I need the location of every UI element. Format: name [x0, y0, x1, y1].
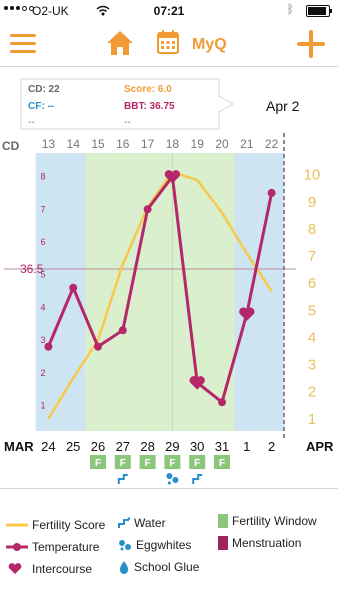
cycle-day-label: 15	[91, 137, 105, 151]
eggwhite-marker	[167, 481, 171, 485]
right-axis-tick: 7	[308, 248, 316, 265]
legend-water: Water	[118, 516, 166, 530]
date-label: 26	[91, 439, 105, 454]
date-label: 30	[190, 439, 204, 454]
status-bar: O2-UK 07:21 ᛒ	[0, 0, 338, 22]
cycle-day-label: 21	[240, 137, 254, 151]
cycle-day-label: 22	[265, 137, 279, 151]
fertile-marker-label: F	[95, 458, 101, 469]
month-start-label: MAR	[4, 439, 34, 454]
cycle-day-label: 17	[141, 137, 155, 151]
cycle-day-label: 20	[215, 137, 229, 151]
left-axis-tick: 2	[40, 368, 45, 378]
temperature-point	[143, 205, 152, 214]
fertile-marker-label: F	[219, 458, 225, 469]
menu-icon[interactable]	[10, 34, 36, 54]
temperature-point	[94, 342, 102, 351]
right-axis-tick: 6	[308, 275, 316, 292]
heart-icon	[8, 563, 22, 574]
cycle-day-label: 13	[42, 137, 56, 151]
legend-menstruation: Menstruation	[218, 536, 301, 550]
right-axis-tick: 9	[308, 194, 316, 211]
fertile-marker-label: F	[169, 458, 175, 469]
fertility-window-swatch	[218, 514, 228, 528]
left-axis-tick: 1	[40, 400, 45, 410]
legend-fertility-score: Fertility Score	[6, 518, 105, 532]
home-icon[interactable]	[106, 29, 134, 57]
date-label: 2	[268, 439, 275, 454]
legend-fertility-window: Fertility Window	[218, 514, 317, 528]
left-axis-tick: 4	[40, 302, 45, 312]
fertile-marker-label: F	[120, 458, 126, 469]
legend-school-glue: School Glue	[118, 560, 199, 574]
left-axis-tick: 7	[40, 204, 45, 214]
cd-value: CD: 22	[28, 84, 60, 95]
right-axis-tick: 2	[308, 384, 316, 401]
date-label: 27	[116, 439, 130, 454]
month-end-label: APR	[306, 439, 334, 454]
left-axis-tick: 3	[40, 335, 45, 345]
cd-extra: --	[28, 117, 35, 128]
cycle-chart[interactable]: 36.5CD 13 14 15 16 17 18 19 20 21 2212345678123456…	[0, 133, 338, 478]
cd-axis-label: CD	[2, 139, 20, 153]
score-value: Score: 6.0	[124, 84, 172, 95]
cf-value: CF: --	[28, 101, 55, 112]
water-marker	[192, 474, 203, 484]
fertile-marker-label: F	[145, 458, 151, 469]
cycle-day-label: 19	[191, 137, 205, 151]
right-axis-tick: 10	[304, 167, 321, 184]
toolbar-divider	[0, 66, 338, 67]
temperature-point	[118, 326, 127, 335]
cycle-day-label: 18	[166, 137, 180, 151]
date-label: 24	[41, 439, 55, 454]
cycle-day-label: 14	[67, 137, 81, 151]
temperature-point	[44, 342, 53, 351]
date-label: 31	[215, 439, 229, 454]
battery-icon	[306, 5, 332, 17]
temperature-point	[267, 188, 276, 197]
water-marker	[117, 474, 128, 484]
legend-intercourse: Intercourse	[8, 562, 92, 576]
calendar-icon[interactable]	[157, 30, 179, 54]
left-axis-tick: 5	[40, 270, 45, 280]
right-axis-tick: 1	[308, 411, 316, 428]
date-label: 28	[140, 439, 154, 454]
bluetooth-icon: ᛒ	[286, 2, 294, 16]
cervical-fluid-row	[117, 473, 203, 485]
myq-button[interactable]: MyQ	[192, 36, 227, 54]
eggwhite-marker	[166, 473, 173, 479]
temperature-point	[69, 283, 78, 292]
date-label: 1	[243, 439, 250, 454]
left-axis-tick: 6	[40, 237, 45, 247]
cycle-day-label: 16	[116, 137, 130, 151]
fertility-score-line-icon	[6, 523, 28, 527]
menstruation-swatch	[218, 536, 228, 550]
right-axis-tick: 3	[308, 357, 316, 374]
right-axis-tick: 5	[308, 302, 316, 319]
temperature-line-icon	[6, 543, 28, 551]
left-axis-tick: 8	[40, 172, 45, 182]
date-label: 25	[66, 439, 80, 454]
glue-drop-icon	[119, 561, 129, 574]
legend: Fertility Score Temperature Intercourse …	[0, 488, 338, 600]
legend-temperature: Temperature	[6, 540, 99, 554]
date-label: 29	[165, 439, 179, 454]
eggwhite-icon	[119, 540, 131, 551]
bbt-value: BBT: 36.75	[124, 101, 175, 112]
legend-eggwhites: Eggwhites	[118, 538, 191, 552]
eggwhite-marker	[172, 477, 179, 483]
temperature-point	[218, 398, 226, 407]
right-axis-tick: 4	[308, 329, 316, 346]
right-axis-tick: 8	[308, 221, 316, 238]
bbt-extra: --	[124, 117, 131, 128]
water-icon	[118, 517, 130, 528]
fertile-marker-label: F	[194, 458, 200, 469]
top-toolbar: MyQ	[0, 22, 338, 66]
selected-date: Apr 2	[266, 98, 300, 114]
add-icon[interactable]	[297, 30, 325, 58]
